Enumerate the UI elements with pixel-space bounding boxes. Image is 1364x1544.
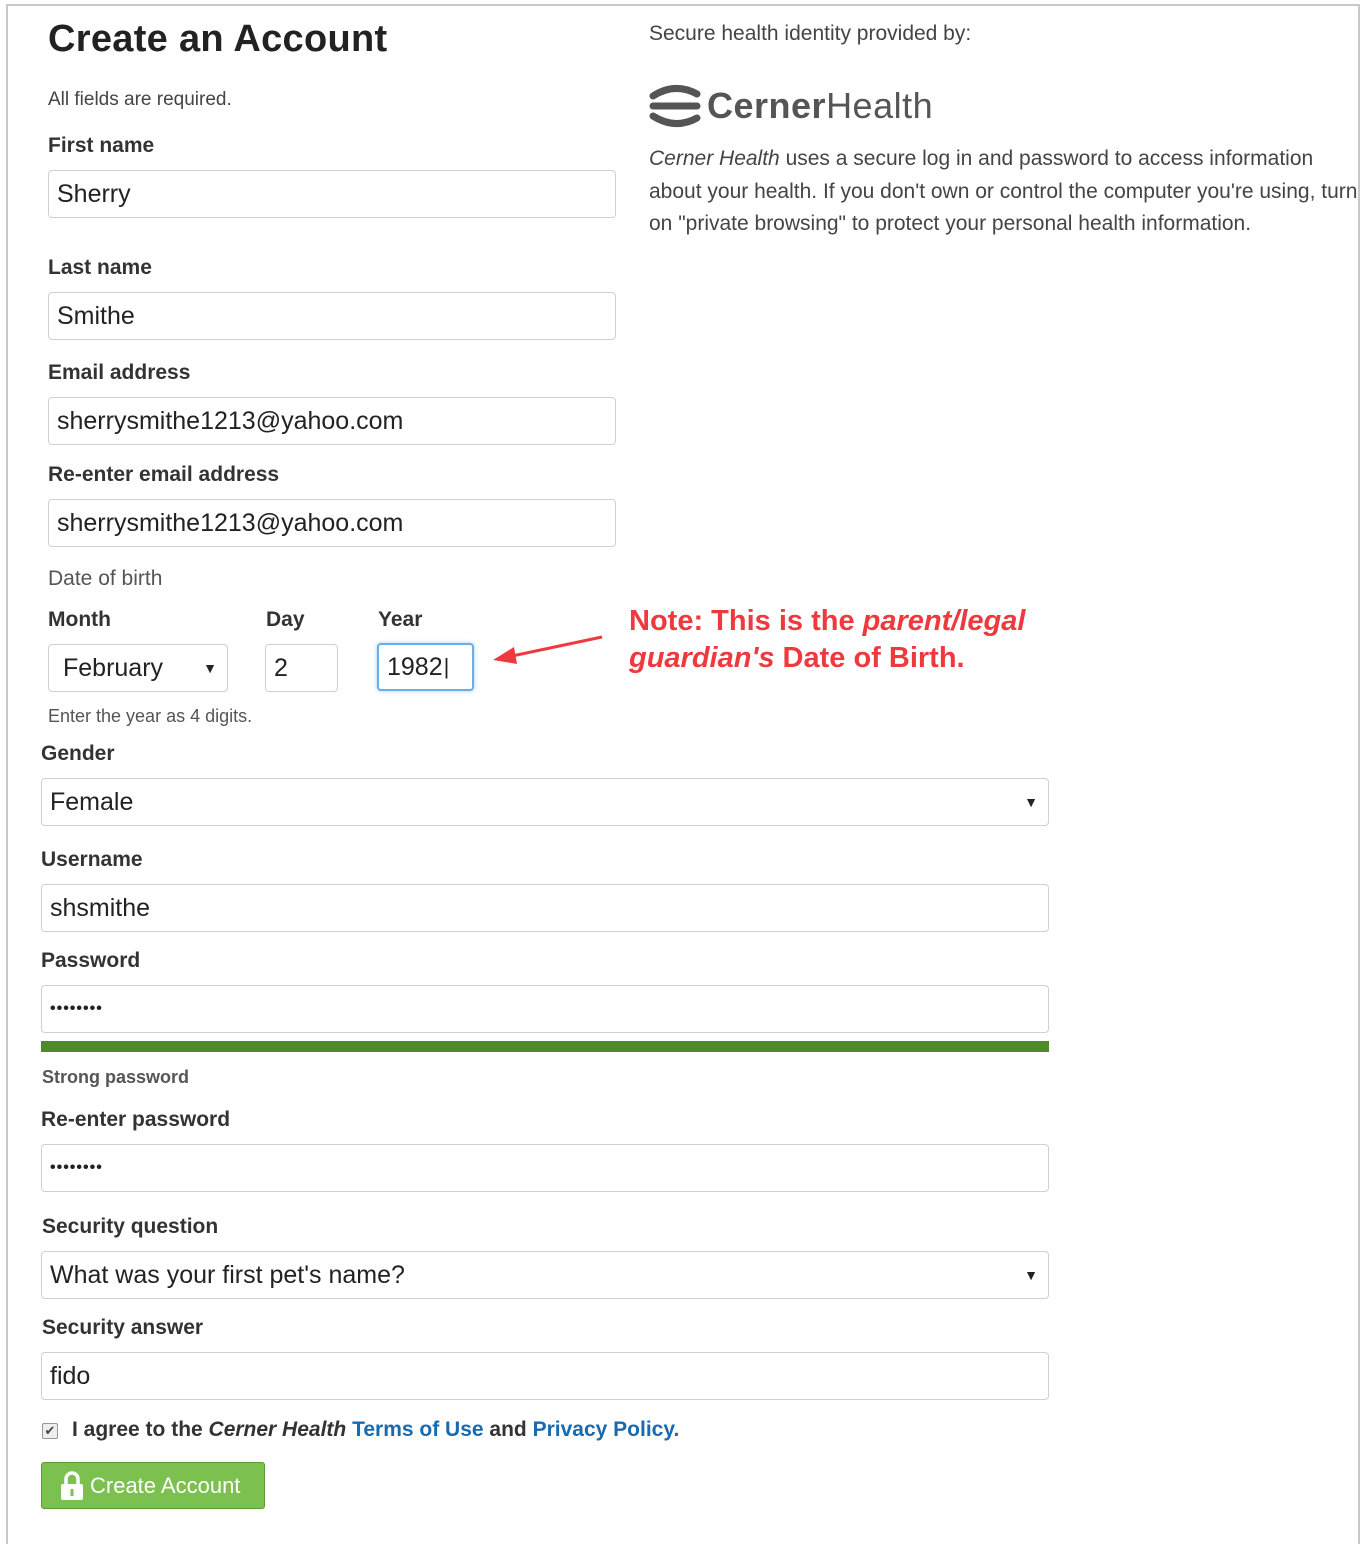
email-input[interactable]: sherrysmithe1213@yahoo.com [48, 397, 616, 445]
dob-month-value: February [63, 653, 164, 682]
dob-hint: Enter the year as 4 digits. [48, 706, 253, 726]
password-strength-text: Strong password [42, 1067, 190, 1087]
first-name-value: Sherry [57, 179, 131, 208]
email-label: Email address [48, 361, 191, 384]
page-title: Create an Account [48, 18, 388, 60]
username-value: shsmithe [50, 893, 151, 922]
agree-period: . [673, 1418, 680, 1441]
dob-year-value: 1982 [387, 652, 443, 681]
security-answer-input[interactable]: fido [41, 1352, 1049, 1400]
chevron-down-icon: ▼ [203, 660, 217, 676]
last-name-input[interactable]: Smithe [48, 292, 616, 340]
first-name-label: First name [48, 134, 155, 157]
username-label: Username [41, 848, 143, 871]
chevron-down-icon: ▼ [1024, 794, 1038, 810]
desc-brand: Cerner Health [649, 147, 780, 170]
note-suffix: Date of Birth. [774, 642, 965, 674]
agree-and: and [483, 1418, 533, 1441]
dob-month-select[interactable]: February ▼ [48, 644, 228, 692]
dob-heading: Date of birth [48, 567, 163, 590]
dob-year-input[interactable]: 1982 | [377, 643, 474, 691]
security-description: Cerner Health uses a secure log in and p… [649, 143, 1361, 241]
last-name-label: Last name [48, 256, 152, 279]
password-value: •••••••• [50, 1000, 103, 1017]
privacy-policy-link[interactable]: Privacy Policy [533, 1418, 674, 1441]
email-confirm-value: sherrysmithe1213@yahoo.com [57, 508, 404, 537]
cerner-health-logo: CernerHealth [649, 84, 933, 128]
last-name-value: Smithe [57, 301, 135, 330]
dob-year-label: Year [378, 608, 423, 631]
logo-text-cerner: Cerner [707, 85, 827, 126]
password-confirm-input[interactable]: •••••••• [41, 1144, 1049, 1192]
required-note: All fields are required. [48, 89, 232, 110]
dob-month-label: Month [48, 608, 111, 631]
agree-text: I agree to the Cerner Health Terms of Us… [72, 1418, 679, 1442]
password-input[interactable]: •••••••• [41, 985, 1049, 1033]
email-confirm-label: Re-enter email address [48, 463, 280, 486]
note-prefix: Note: This is the [629, 605, 863, 637]
agree-prefix: I agree to the [72, 1418, 209, 1441]
provided-by-text: Secure health identity provided by: [649, 22, 972, 45]
password-label: Password [41, 949, 141, 972]
terms-of-use-link[interactable]: Terms of Use [352, 1418, 484, 1441]
dob-day-value: 2 [274, 653, 288, 682]
agree-checkbox[interactable]: ✔ [42, 1423, 58, 1439]
security-question-label: Security question [42, 1215, 219, 1238]
logo-text-health: Health [826, 85, 934, 126]
gender-value: Female [50, 787, 134, 816]
chevron-down-icon: ▼ [1024, 1267, 1038, 1283]
email-confirm-input[interactable]: sherrysmithe1213@yahoo.com [48, 499, 616, 547]
lock-icon [61, 1470, 83, 1500]
cerner-logo-icon [649, 85, 701, 127]
password-confirm-label: Re-enter password [41, 1108, 231, 1131]
security-question-select[interactable]: What was your first pet's name? ▼ [41, 1251, 1049, 1299]
security-answer-value: fido [50, 1361, 91, 1390]
email-value: sherrysmithe1213@yahoo.com [57, 406, 404, 435]
first-name-input[interactable]: Sherry [48, 170, 616, 218]
checkmark-icon: ✔ [44, 1423, 56, 1438]
text-cursor: | [443, 654, 450, 679]
security-question-value: What was your first pet's name? [50, 1260, 405, 1289]
security-answer-label: Security answer [42, 1316, 204, 1339]
agree-brand: Cerner Health [208, 1418, 347, 1441]
password-strength-bar [41, 1041, 1049, 1052]
username-input[interactable]: shsmithe [41, 884, 1049, 932]
gender-label: Gender [41, 742, 115, 765]
annotation-arrow-icon [493, 635, 603, 664]
password-confirm-value: •••••••• [50, 1159, 103, 1176]
create-account-label: Create Account [90, 1472, 241, 1498]
dob-day-label: Day [266, 608, 305, 631]
create-account-button[interactable]: Create Account [41, 1462, 265, 1509]
dob-annotation-note: Note: This is the parent/legal guardian'… [629, 603, 1099, 677]
dob-day-input[interactable]: 2 [265, 644, 338, 692]
gender-select[interactable]: Female ▼ [41, 778, 1049, 826]
